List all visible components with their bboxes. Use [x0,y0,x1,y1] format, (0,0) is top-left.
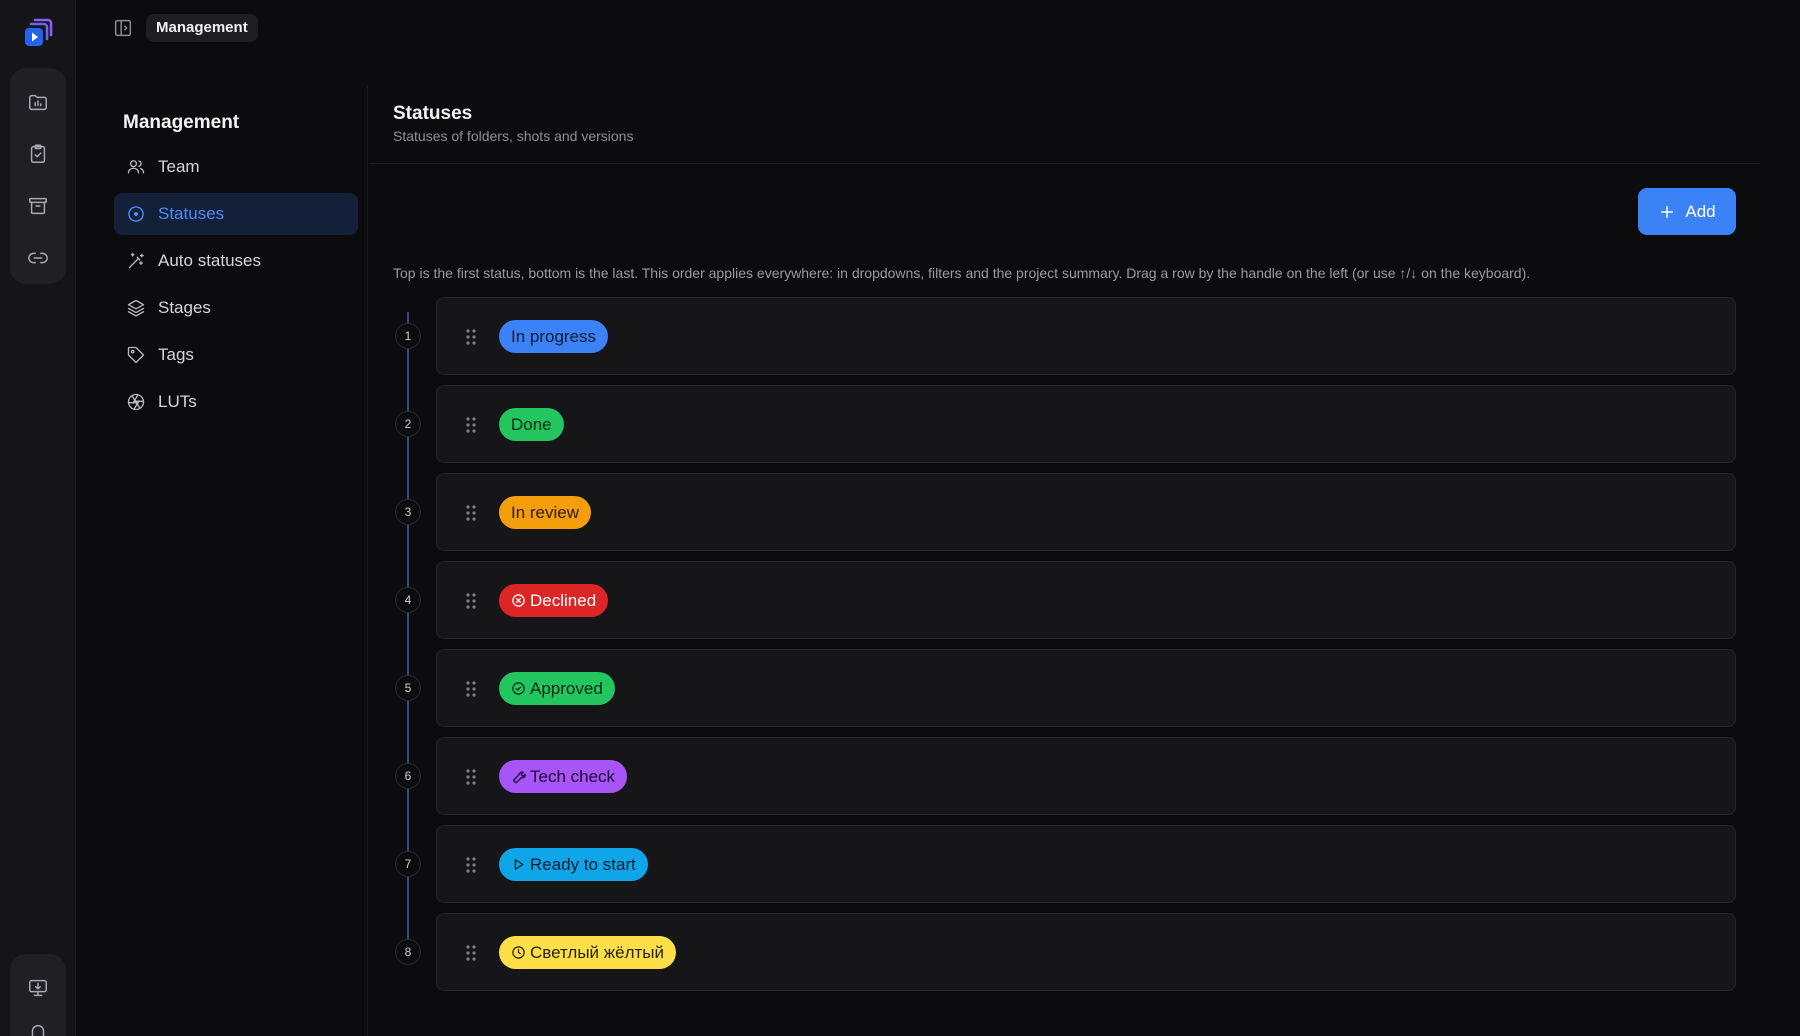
bell-icon[interactable] [18,1016,58,1036]
status-row: 6 Tech check [393,737,1736,815]
status-row: 1 In progress [393,297,1736,375]
add-status-button[interactable]: Add [1638,188,1736,235]
ordering-hint: Top is the first status, bottom is the l… [393,265,1531,281]
wrench-icon [512,771,526,784]
clock-icon [512,946,525,959]
sidebar-item-team[interactable]: Team [114,146,358,188]
drag-handle-icon[interactable] [463,679,479,699]
archive-icon[interactable] [18,186,58,226]
sidebar-item-statuses[interactable]: Statuses [114,193,358,235]
page-subtitle: Statuses of folders, shots and versions [393,128,634,144]
status-card[interactable]: Tech check [436,737,1736,815]
sidebar-item-label: Tags [158,345,194,364]
status-card[interactable]: Approved [436,649,1736,727]
status-row: 2 Done [393,385,1736,463]
status-row: 7 Ready to start [393,825,1736,903]
drag-handle-icon[interactable] [463,503,479,523]
status-badge-label: Tech check [530,766,616,786]
link-icon[interactable] [18,238,58,278]
order-number: 7 [395,851,421,877]
sidebar-item-label: Stages [158,298,211,317]
x-circle-icon [512,594,525,607]
status-badge-label: Declined [530,590,597,610]
status-badge-label: Ready to start [530,854,636,874]
order-number: 5 [395,675,421,701]
sidebar-toggle-icon[interactable] [112,17,134,39]
sidebar-nav-list: Team Statuses Auto statuses Stages Tags … [114,146,358,428]
users-icon [127,160,145,174]
status-row: 5 Approved [393,649,1736,727]
rail-bottom-group [10,954,66,1036]
status-badge[interactable]: In review [499,496,592,529]
sidebar-item-stages[interactable]: Stages [114,287,358,329]
sidebar-item-label: LUTs [158,392,197,411]
status-badge[interactable]: Ready to start [499,848,648,881]
status-row: 3 In review [393,473,1736,551]
status-badge-label: Done [511,414,552,434]
drag-handle-icon[interactable] [463,591,479,611]
plus-icon [1661,205,1674,218]
sidebar-item-label: Statuses [158,204,225,223]
rail-main-group [10,68,66,284]
drag-handle-icon[interactable] [463,767,479,787]
aperture-icon [127,393,145,411]
status-list: 1 In progress 2 Done 3 In review 4 Decli… [393,297,1736,1001]
layers-icon [127,299,145,317]
sidebar-item-label: Team [158,157,200,176]
page-title: Statuses [393,103,473,124]
top-bar: Management [76,0,1800,56]
sidebar-item-auto-statuses[interactable]: Auto statuses [114,240,358,282]
status-card[interactable]: Declined [436,561,1736,639]
sidebar-item-tags[interactable]: Tags [114,334,358,376]
status-card[interactable]: Done [436,385,1736,463]
status-row: 4 Declined [393,561,1736,639]
order-number: 8 [395,939,421,965]
status-card[interactable]: Светлый жёлтый [436,913,1736,991]
breadcrumb-current: Management [146,14,258,42]
sidebar-item-luts[interactable]: LUTs [114,381,358,423]
status-badge[interactable]: Done [499,408,564,441]
sidebar-item-label: Auto statuses [158,251,262,270]
status-badge[interactable]: Declined [499,584,609,617]
status-badge[interactable]: Tech check [499,760,628,793]
add-button-label: Add [1685,201,1716,221]
check-circle-icon [512,682,525,695]
icon-rail [0,0,76,1036]
order-number: 2 [395,411,421,437]
status-badge-label: Approved [530,678,603,698]
drag-handle-icon[interactable] [463,943,479,963]
clipboard-check-icon[interactable] [18,134,58,174]
status-badge[interactable]: Светлый жёлтый [499,936,677,969]
app-window: Management Management Team Statuses Auto… [0,0,1800,1036]
status-card[interactable]: In progress [436,297,1736,375]
magic-wand-icon [128,252,144,269]
status-badge-label: Светлый жёлтый [530,942,665,962]
monitor-download-icon[interactable] [18,972,58,1004]
settings-sidebar: Management Team Statuses Auto statuses S… [76,86,368,1036]
tag-icon [127,346,145,364]
order-number: 3 [395,499,421,525]
folder-chart-icon[interactable] [18,82,58,122]
play-icon [514,859,524,870]
header-divider [369,163,1760,164]
status-badge[interactable]: Approved [499,672,615,705]
drag-handle-icon[interactable] [463,415,479,435]
status-card[interactable]: In review [436,473,1736,551]
main-content: Statuses Statuses of folders, shots and … [369,86,1760,1036]
drag-handle-icon[interactable] [463,327,479,347]
circle-dot-icon [128,206,144,222]
order-number: 4 [395,587,421,613]
status-row: 8 Светлый жёлтый [393,913,1736,991]
status-badge-label: In progress [511,326,597,346]
drag-handle-icon[interactable] [463,855,479,875]
app-logo-icon[interactable] [22,16,54,48]
status-badge[interactable]: In progress [499,320,609,353]
order-number: 1 [395,323,421,349]
sidebar-title: Management [123,112,240,133]
status-badge-label: In review [511,502,580,522]
order-number: 6 [395,763,421,789]
status-card[interactable]: Ready to start [436,825,1736,903]
